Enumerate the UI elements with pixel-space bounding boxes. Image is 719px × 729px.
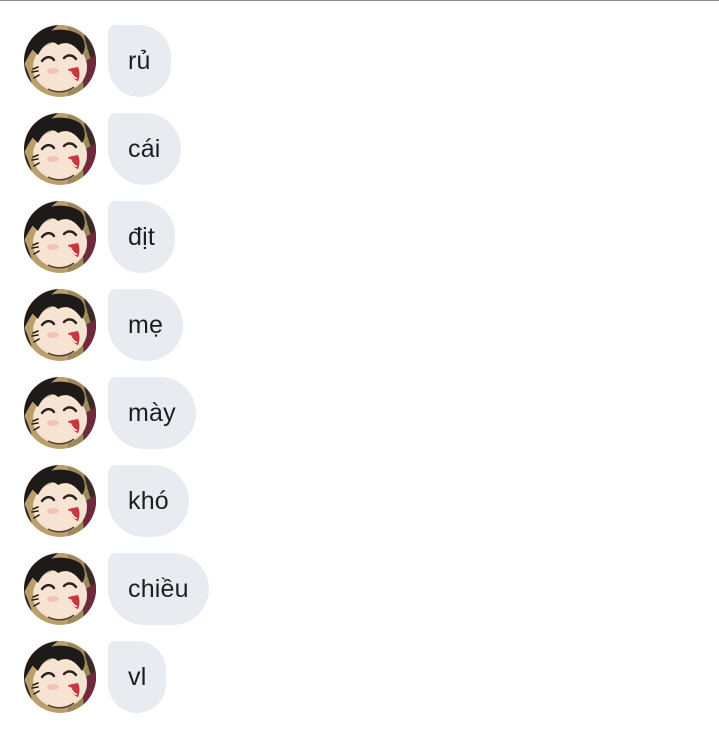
anime-boy-avatar-icon[interactable] <box>24 465 96 537</box>
anime-boy-avatar-icon[interactable] <box>24 25 96 97</box>
message-thread: rủ cái địt mẹ mày khó chiều vl <box>0 25 719 729</box>
message-row: khó <box>0 465 719 537</box>
message-bubble[interactable]: khó <box>108 465 189 537</box>
anime-boy-avatar-icon[interactable] <box>24 553 96 625</box>
top-divider <box>0 0 719 1</box>
message-row: mày <box>0 377 719 449</box>
anime-boy-avatar-icon[interactable] <box>24 377 96 449</box>
message-row: rủ <box>0 25 719 97</box>
message-row: chiều <box>0 553 719 625</box>
message-bubble[interactable]: vl <box>108 641 167 713</box>
message-bubble[interactable]: chiều <box>108 553 209 625</box>
anime-boy-avatar-icon[interactable] <box>24 201 96 273</box>
message-row: địt <box>0 201 719 273</box>
message-bubble[interactable]: mày <box>108 377 196 449</box>
anime-boy-avatar-icon[interactable] <box>24 641 96 713</box>
anime-boy-avatar-icon[interactable] <box>24 289 96 361</box>
message-bubble[interactable]: cái <box>108 113 181 185</box>
message-row: vl <box>0 641 719 713</box>
anime-boy-avatar-icon[interactable] <box>24 113 96 185</box>
message-bubble[interactable]: mẹ <box>108 289 184 361</box>
message-bubble[interactable]: địt <box>108 201 176 273</box>
message-bubble[interactable]: rủ <box>108 25 171 97</box>
message-row: cái <box>0 113 719 185</box>
message-row: mẹ <box>0 289 719 361</box>
